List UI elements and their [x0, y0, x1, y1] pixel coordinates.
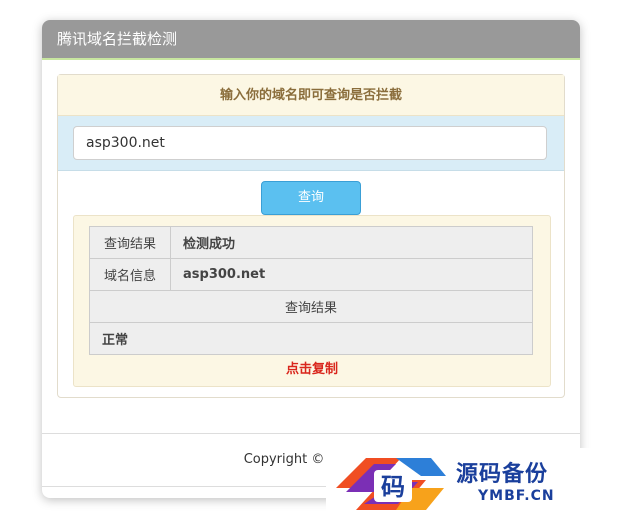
table-row: 正常 — [89, 322, 533, 355]
result-label: 查询结果 — [89, 226, 171, 259]
result-box: 查询结果 检测成功 域名信息 asp300.net 查询结果 正常 点击复制 — [73, 215, 551, 387]
watermark-name: 源码备份 — [456, 461, 549, 487]
domain-check-card: 腾讯域名拦截检测 输入你的域名即可查询是否拦截 查询 查询结果 检测成功 域名信… — [42, 20, 580, 498]
result-section-header: 查询结果 — [89, 290, 533, 323]
input-zone — [58, 116, 564, 171]
watermark-emblem-icon: 码 — [336, 458, 446, 510]
result-table: 查询结果 检测成功 域名信息 asp300.net 查询结果 正常 — [89, 226, 533, 355]
card-title: 腾讯域名拦截检测 — [42, 20, 580, 60]
query-button[interactable]: 查询 — [261, 181, 361, 215]
domain-info-label: 域名信息 — [89, 258, 171, 291]
table-row: 查询结果 检测成功 — [89, 226, 533, 259]
table-row: 域名信息 asp300.net — [89, 258, 533, 291]
query-panel: 输入你的域名即可查询是否拦截 查询 查询结果 检测成功 域名信息 asp300.… — [57, 74, 565, 398]
watermark-url: YMBF.CN — [478, 488, 555, 504]
panel-heading: 输入你的域名即可查询是否拦截 — [58, 75, 564, 116]
table-row: 查询结果 — [89, 290, 533, 323]
status-value: 正常 — [89, 322, 533, 355]
copy-link[interactable]: 点击复制 — [74, 358, 550, 377]
watermark-logo-char: 码 — [381, 472, 405, 501]
watermark-logo: 码 源码备份 YMBF.CN — [326, 448, 606, 516]
domain-input[interactable] — [73, 126, 547, 160]
domain-info-value: asp300.net — [170, 258, 533, 291]
result-value: 检测成功 — [170, 226, 533, 259]
